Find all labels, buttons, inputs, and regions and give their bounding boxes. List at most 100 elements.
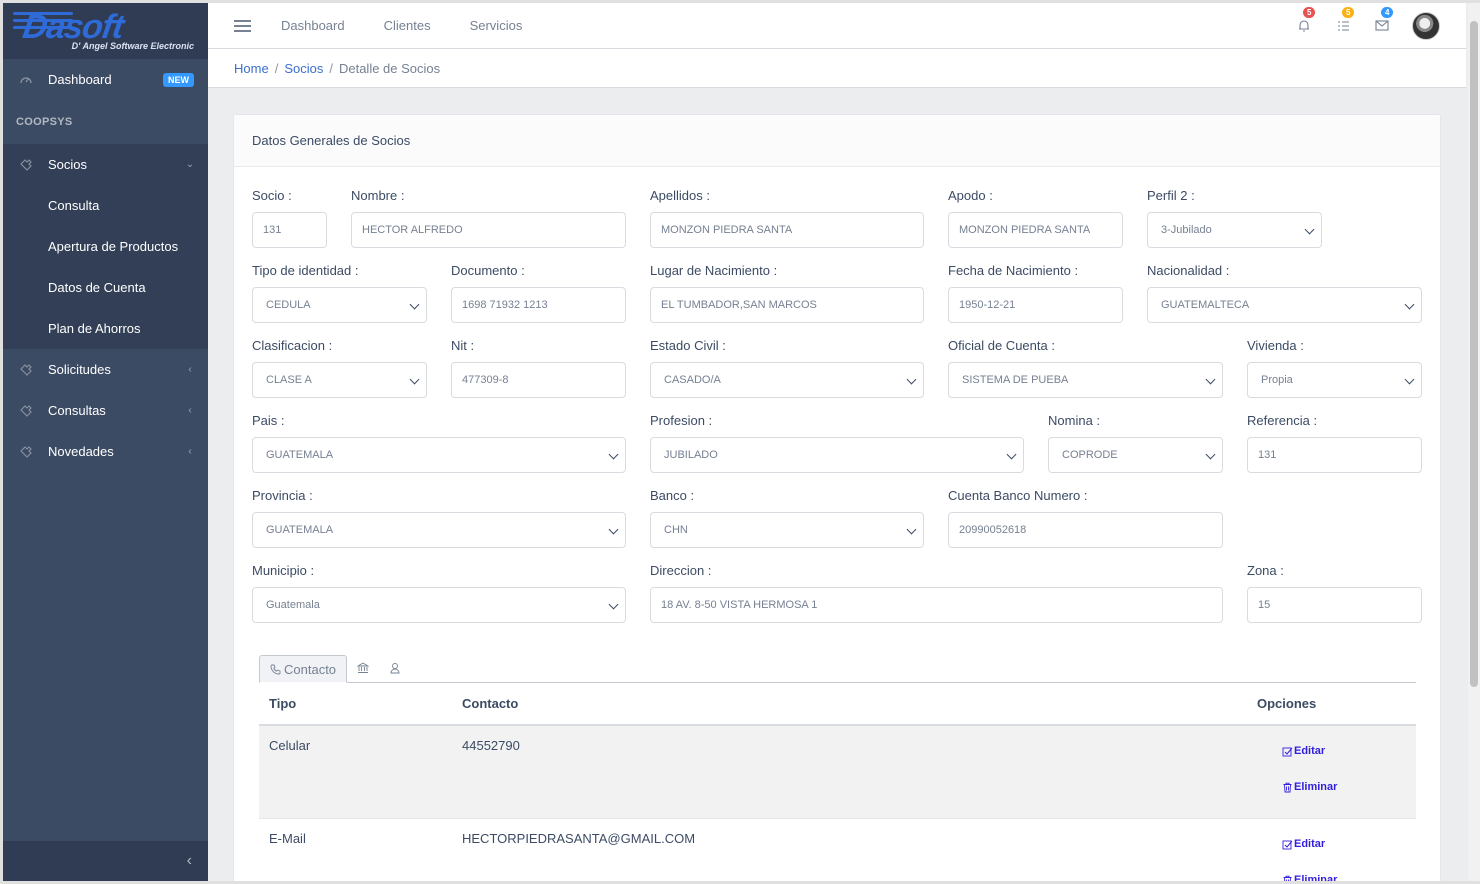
- sidebar-subitem-consulta[interactable]: Consulta: [3, 185, 208, 226]
- lugar-nacimiento-input[interactable]: EL TUMBADOR,SAN MARCOS: [650, 287, 924, 323]
- notifications-badge: 5: [1303, 6, 1316, 18]
- municipio-select[interactable]: Guatemala: [252, 587, 626, 623]
- estado-civil-select[interactable]: CASADO/A: [650, 362, 924, 398]
- column-header-tipo: Tipo: [269, 696, 297, 711]
- provincia-select[interactable]: GUATEMALA: [252, 512, 626, 548]
- edit-label: Editar: [1294, 838, 1326, 850]
- banco-label: Banco :: [650, 488, 695, 503]
- apellidos-label: Apellidos :: [650, 188, 710, 203]
- hamburger-menu-icon[interactable]: [234, 17, 251, 35]
- tasks-button[interactable]: 5: [1333, 6, 1355, 36]
- notifications-button[interactable]: 5: [1294, 6, 1316, 36]
- sidebar-item-novedades[interactable]: Novedades ‹: [3, 431, 208, 472]
- oficial-cuenta-select[interactable]: SISTEMA DE PUEBA: [948, 362, 1223, 398]
- clasificacion-field: Clasificacion : CLASE A: [252, 338, 427, 398]
- socio-field: Socio : 131: [252, 188, 327, 248]
- pais-field: Pais : GUATEMALA: [252, 413, 626, 473]
- speedometer-icon: [19, 73, 33, 87]
- tab-bank[interactable]: [347, 654, 379, 682]
- tab-contacto[interactable]: Contacto: [259, 655, 348, 683]
- user-icon: [390, 663, 400, 674]
- referencia-input[interactable]: 131: [1247, 437, 1422, 473]
- banco-select[interactable]: CHN: [650, 512, 924, 548]
- chevron-left-icon: ‹: [188, 405, 192, 416]
- cuenta-banco-input[interactable]: 20990052618: [948, 512, 1223, 548]
- vivienda-select[interactable]: Propia: [1247, 362, 1422, 398]
- sidebar-item-label: Novedades: [48, 444, 114, 459]
- cell-contacto: HECTORPIEDRASANTA@GMAIL.COM: [462, 831, 696, 846]
- messages-button[interactable]: 4: [1372, 6, 1394, 36]
- edit-button[interactable]: Editar: [1282, 745, 1325, 757]
- fecha-nacimiento-input[interactable]: 1950-12-21: [948, 287, 1123, 323]
- nombre-field: Nombre : HECTOR ALFREDO: [351, 188, 626, 248]
- perfil2-label: Perfil 2 :: [1147, 188, 1195, 203]
- header-nav-dashboard[interactable]: Dashboard: [281, 18, 345, 33]
- chevron-down-icon: ⌄: [185, 159, 195, 170]
- sidebar-subitem-plan-ahorros[interactable]: Plan de Ahorros: [3, 308, 208, 349]
- estado-civil-field: Estado Civil : CASADO/A: [650, 338, 924, 398]
- edit-button[interactable]: Editar: [1282, 838, 1325, 850]
- scrollbar-thumb[interactable]: [1470, 21, 1478, 687]
- sidebar-item-dashboard[interactable]: Dashboard NEW: [3, 59, 208, 100]
- nacionalidad-select[interactable]: GUATEMALTECA: [1147, 287, 1422, 323]
- banco-field: Banco : CHN: [650, 488, 924, 548]
- chevron-left-icon: ‹: [188, 364, 192, 375]
- sidebar-item-socios[interactable]: Socios ⌄: [3, 144, 208, 185]
- logo-tagline: D' Angel Software Electronic: [71, 41, 194, 51]
- sidebar-item-consultas[interactable]: Consultas ‹: [3, 390, 208, 431]
- nacionalidad-field: Nacionalidad : GUATEMALTECA: [1147, 263, 1422, 323]
- tab-person[interactable]: [379, 654, 411, 682]
- tipo-identidad-select[interactable]: CEDULA: [252, 287, 427, 323]
- user-avatar[interactable]: [1412, 11, 1440, 40]
- list-icon: [1337, 20, 1349, 31]
- sidebar-item-solicitudes[interactable]: Solicitudes ‹: [3, 349, 208, 390]
- sidebar-subitem-datos-cuenta[interactable]: Datos de Cuenta: [3, 267, 208, 308]
- profesion-select[interactable]: JUBILADO: [650, 437, 1024, 473]
- apodo-input[interactable]: MONZON PIEDRA SANTA: [948, 212, 1123, 248]
- apellidos-input[interactable]: MONZON PIEDRA SANTA: [650, 212, 924, 248]
- pais-select[interactable]: GUATEMALA: [252, 437, 626, 473]
- documento-input[interactable]: 1698 71932 1213: [451, 287, 626, 323]
- fecha-nacimiento-field: Fecha de Nacimiento : 1950-12-21: [948, 263, 1123, 323]
- perfil2-field: Perfil 2 : 3-Jubilado: [1147, 188, 1322, 248]
- nomina-select[interactable]: COPRODE: [1048, 437, 1223, 473]
- header-nav-servicios[interactable]: Servicios: [470, 18, 523, 33]
- sidebar-item-label: Consultas: [48, 403, 106, 418]
- cell-tipo: Celular: [269, 738, 311, 753]
- breadcrumb: Home / Socios / Detalle de Socios: [208, 49, 1466, 88]
- documento-label: Documento :: [451, 263, 525, 278]
- new-badge: NEW: [163, 72, 194, 87]
- zona-input[interactable]: 15: [1247, 587, 1422, 623]
- breadcrumb-separator: /: [274, 60, 279, 76]
- provincia-label: Provincia :: [252, 488, 313, 503]
- zona-label: Zona :: [1247, 563, 1284, 578]
- page-scrollbar[interactable]: [1468, 3, 1480, 881]
- nit-input[interactable]: 477309-8: [451, 362, 626, 398]
- municipio-field: Municipio : Guatemala: [252, 563, 626, 623]
- breadcrumb-home[interactable]: Home: [234, 61, 269, 76]
- breadcrumb-socios[interactable]: Socios: [284, 61, 323, 76]
- oficial-cuenta-field: Oficial de Cuenta : SISTEMA DE PUEBA: [948, 338, 1223, 398]
- pais-label: Pais :: [252, 413, 285, 428]
- nit-field: Nit : 477309-8: [451, 338, 626, 398]
- clasificacion-select[interactable]: CLASE A: [252, 362, 427, 398]
- delete-button[interactable]: Eliminar: [1282, 781, 1337, 793]
- sidebar-subitem-apertura-productos[interactable]: Apertura de Productos: [3, 226, 208, 267]
- brand-logo[interactable]: Dasoft D' Angel Software Electronic: [3, 3, 208, 59]
- bell-icon: [1299, 20, 1309, 32]
- chevron-left-icon: ‹: [186, 852, 192, 869]
- sidebar-minimize-button[interactable]: ‹: [3, 841, 208, 881]
- nombre-input[interactable]: HECTOR ALFREDO: [351, 212, 626, 248]
- edit-icon: [1282, 839, 1293, 850]
- header-nav-clientes[interactable]: Clientes: [384, 18, 431, 33]
- direccion-input[interactable]: 18 AV. 8-50 VISTA HERMOSA 1: [650, 587, 1223, 623]
- messages-badge: 4: [1381, 6, 1394, 18]
- referencia-field: Referencia : 131: [1247, 413, 1422, 473]
- perfil2-select[interactable]: 3-Jubilado: [1147, 212, 1322, 248]
- column-header-opciones: Opciones: [1257, 696, 1317, 711]
- table-row: E-Mail HECTORPIEDRASANTA@GMAIL.COM Edita…: [259, 818, 1416, 884]
- fecha-nacimiento-label: Fecha de Nacimiento :: [948, 263, 1079, 278]
- apodo-field: Apodo : MONZON PIEDRA SANTA: [948, 188, 1123, 248]
- referencia-label: Referencia :: [1247, 413, 1318, 428]
- socio-input[interactable]: 131: [252, 212, 327, 248]
